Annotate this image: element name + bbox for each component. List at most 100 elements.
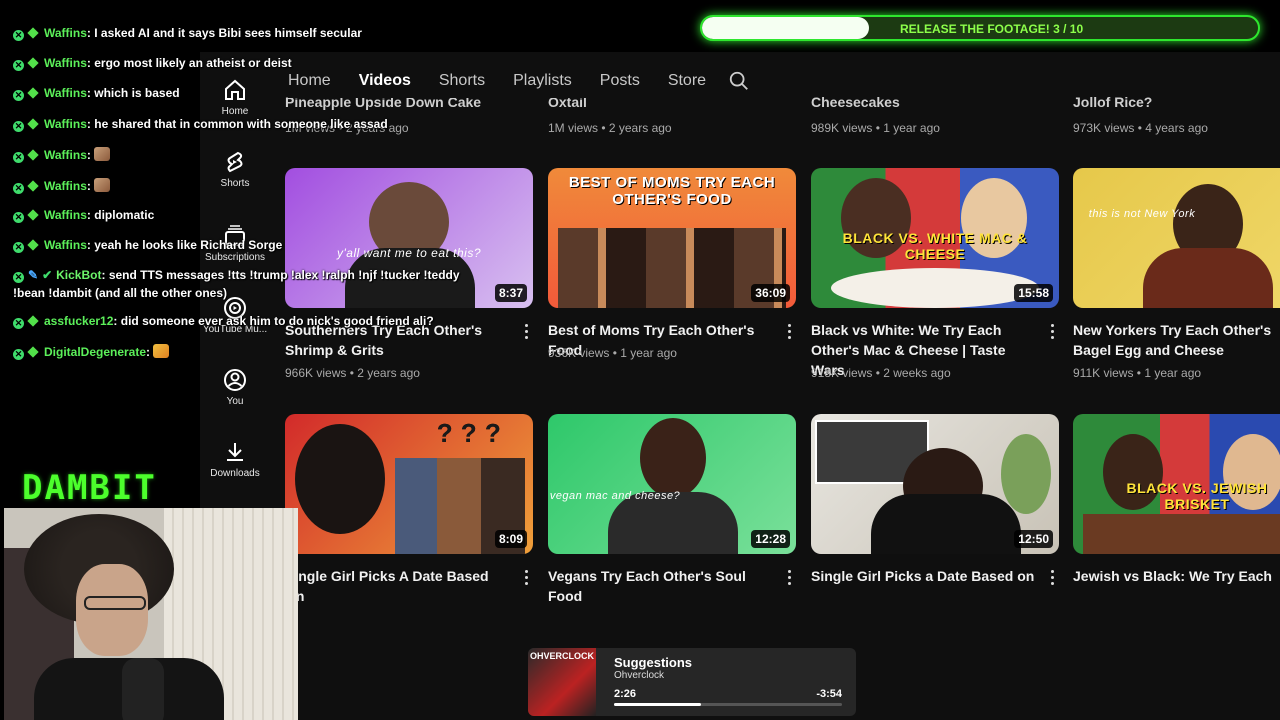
video-title[interactable]: New Yorkers Try Each Other's Bagel Egg a… xyxy=(1073,320,1280,360)
more-options-icon[interactable] xyxy=(1051,570,1055,586)
goal-progress-fill xyxy=(702,17,869,39)
diamond-badge-icon xyxy=(27,180,39,192)
more-options-icon[interactable] xyxy=(788,324,792,340)
thumbnail-text: BLACK VS. WHITE MAC & CHEESE xyxy=(842,230,1028,262)
chat-text: which is based xyxy=(94,86,180,100)
thumbnail-text: BLACK VS. JEWISH BRISKET xyxy=(1126,480,1268,512)
emote-icon xyxy=(153,344,170,358)
diamond-badge-icon xyxy=(27,118,39,130)
diamond-badge-icon xyxy=(27,87,39,99)
video-duration: 36:09 xyxy=(751,284,790,302)
tab-playlists[interactable]: Playlists xyxy=(513,72,572,90)
video-duration: 12:50 xyxy=(1014,530,1053,548)
video-meta: 1M views • 2 years ago xyxy=(548,121,672,135)
chat-text: ergo most likely an atheist or deist xyxy=(94,56,292,70)
downloads-icon xyxy=(227,443,243,461)
chat-username[interactable]: Waffins xyxy=(44,179,87,193)
video-duration: 12:28 xyxy=(751,530,790,548)
video-thumbnail[interactable]: vegan mac and cheese? 12:28 xyxy=(548,414,796,554)
chat-message: ✕ Waffins: xyxy=(13,147,111,163)
face-emote-icon xyxy=(94,147,111,161)
thumbnail-text: this is not New York xyxy=(1088,208,1196,220)
close-icon: ✕ xyxy=(13,152,24,163)
rail-label: You xyxy=(226,396,244,407)
diamond-badge-icon xyxy=(27,209,39,221)
close-icon: ✕ xyxy=(13,242,24,253)
chat-username[interactable]: DigitalDegenerate xyxy=(44,345,146,359)
video-meta: 936K views • 1 year ago xyxy=(548,346,677,360)
chat-username[interactable]: Waffins xyxy=(44,117,87,131)
chat-username[interactable]: Waffins xyxy=(44,208,87,222)
track-artist: Ohverclock xyxy=(614,670,665,681)
more-options-icon[interactable] xyxy=(525,570,529,586)
video-meta: 989K views • 1 year ago xyxy=(811,121,940,135)
album-art-label: OHVERCLOCK xyxy=(530,651,595,661)
chat-message-continuation: !bean !dambit (and all the other ones) xyxy=(13,286,228,300)
video-meta: 918K views • 2 weeks ago xyxy=(811,366,951,380)
chat-username[interactable]: Waffins xyxy=(44,148,87,162)
search-icon[interactable] xyxy=(728,70,750,92)
chat-text: diplomatic xyxy=(94,208,155,222)
video-thumbnail[interactable]: BEST OF MOMS TRY EACH OTHER'S FOOD 36:09 xyxy=(548,168,796,308)
diamond-badge-icon xyxy=(27,239,39,251)
thumbnail-text: ? ? ? xyxy=(436,418,502,448)
rail-downloads[interactable]: Downloads xyxy=(200,440,270,479)
chat-username[interactable]: Waffins xyxy=(44,86,87,100)
chat-message: ✕ Waffins: diplomatic xyxy=(13,208,155,223)
chat-message: ✕ Waffins: he shared that in common with … xyxy=(13,117,388,132)
track-progress-bar xyxy=(614,703,842,706)
diamond-badge-icon xyxy=(27,315,39,327)
webcam-feed xyxy=(4,508,298,720)
video-thumbnail[interactable]: ? ? ? 8:09 xyxy=(285,414,533,554)
goal-progress-bar: RELEASE THE FOOTAGE! 3 / 10 xyxy=(700,15,1260,41)
video-title[interactable]: Vegans Try Each Other's Soul Food xyxy=(548,566,773,606)
chat-text: did someone ever ask him to do nick's go… xyxy=(120,314,434,328)
track-progress-fill xyxy=(614,703,701,706)
more-options-icon[interactable] xyxy=(788,570,792,586)
chat-text: send TTS messages !tts !trump !alex !ral… xyxy=(108,268,460,282)
chat-message: ✕ Waffins: ergo most likely an atheist or… xyxy=(13,56,292,71)
more-options-icon[interactable] xyxy=(525,324,529,340)
thumbnail-text: vegan mac and cheese? xyxy=(549,490,681,502)
diamond-badge-icon xyxy=(27,27,39,39)
chat-username[interactable]: assfucker12 xyxy=(44,314,113,328)
chat-text: he shared that in common with someone li… xyxy=(94,117,388,131)
video-thumbnail[interactable]: this is not New York xyxy=(1073,168,1280,308)
close-icon: ✕ xyxy=(13,272,24,283)
video-title[interactable]: Cheesecakes xyxy=(811,94,900,110)
tab-posts[interactable]: Posts xyxy=(600,72,640,90)
chat-username[interactable]: Waffins xyxy=(44,26,87,40)
close-icon: ✕ xyxy=(13,349,24,360)
chat-text: yeah he looks like Richard Sorge xyxy=(94,238,283,252)
close-icon: ✕ xyxy=(13,60,24,71)
video-title[interactable]: Jewish vs Black: We Try Each xyxy=(1073,566,1280,586)
diamond-badge-icon xyxy=(27,149,39,161)
more-options-icon[interactable] xyxy=(1051,324,1055,340)
chat-text: I asked AI and it says Bibi sees himself… xyxy=(94,26,362,40)
video-title[interactable]: Jollof Rice? xyxy=(1073,94,1152,110)
chat-message: ✕ assfucker12: did someone ever ask him t… xyxy=(13,314,434,329)
chat-message: ✕ DigitalDegenerate: xyxy=(13,344,170,360)
video-meta: 973K views • 4 years ago xyxy=(1073,121,1208,135)
chat-message: ✕ Waffins: I asked AI and it says Bibi se… xyxy=(13,26,362,41)
album-art: OHVERCLOCK xyxy=(528,648,596,716)
video-thumbnail[interactable]: BLACK VS. WHITE MAC & CHEESE 15:58 xyxy=(811,168,1059,308)
goal-label: RELEASE THE FOOTAGE! 3 / 10 xyxy=(900,22,1084,36)
tab-store[interactable]: Store xyxy=(668,72,706,90)
chat-username[interactable]: Waffins xyxy=(44,56,87,70)
video-thumbnail[interactable]: BLACK VS. JEWISH BRISKET xyxy=(1073,414,1280,554)
sword-badge-icon: ✎ xyxy=(28,268,39,282)
close-icon: ✕ xyxy=(13,318,24,329)
chat-username[interactable]: Waffins xyxy=(44,238,87,252)
close-icon: ✕ xyxy=(13,121,24,132)
verified-badge-icon: ✔ xyxy=(42,268,53,282)
chat-message: ✕ Waffins: which is based xyxy=(13,86,180,101)
video-title[interactable]: Single Girl Picks a Date Based on xyxy=(811,566,1036,586)
stream-chat: ✕ Waffins: I asked AI and it says Bibi se… xyxy=(0,0,480,380)
chat-username[interactable]: KickBot xyxy=(56,268,101,282)
video-thumbnail[interactable]: 12:50 xyxy=(811,414,1059,554)
video-title[interactable]: Single Girl Picks A Date Based On xyxy=(285,566,510,606)
diamond-badge-icon xyxy=(27,346,39,358)
chat-message: ✕ ✎ ✔ KickBot: send TTS messages !tts !trum… xyxy=(13,268,460,283)
video-meta: 911K views • 1 year ago xyxy=(1073,366,1202,380)
